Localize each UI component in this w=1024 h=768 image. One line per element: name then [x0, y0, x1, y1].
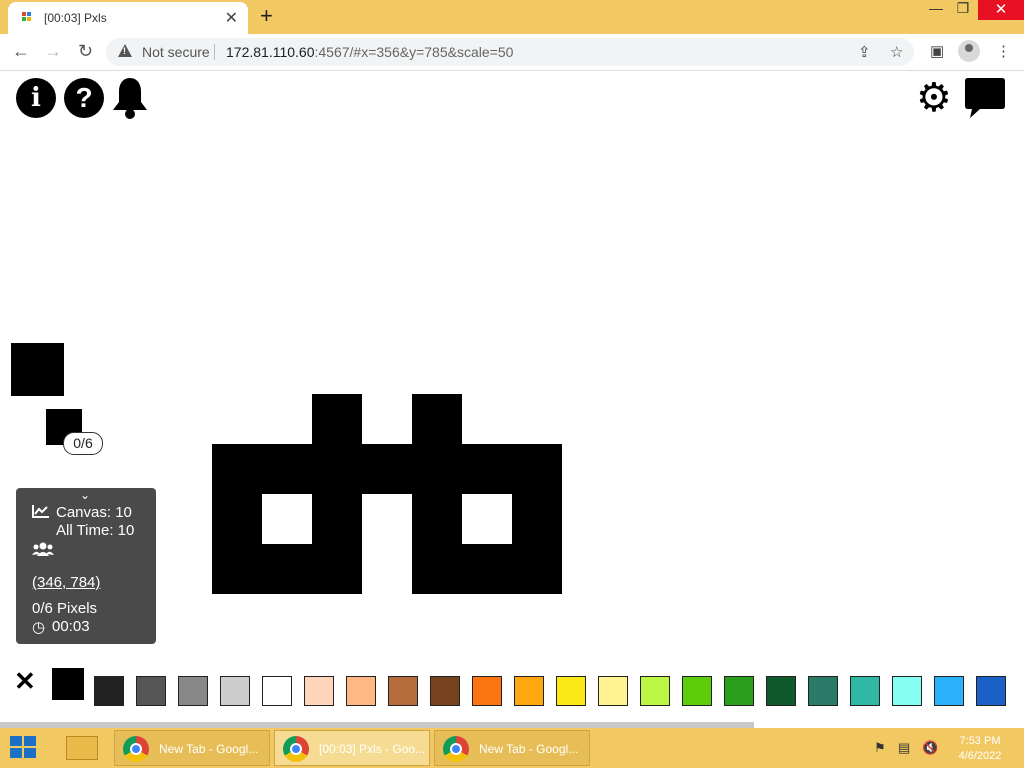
url-host: 172.81.110.60 — [226, 44, 315, 60]
pixels-available: 0/6 Pixels — [32, 600, 98, 617]
palette-swatch[interactable] — [136, 676, 166, 706]
file-explorer-icon[interactable] — [66, 736, 98, 760]
tab-pxls[interactable]: [00:03] Pxls ✕ — [8, 2, 248, 34]
palette-swatch[interactable] — [808, 676, 838, 706]
not-secure-label[interactable]: Not secure — [142, 44, 210, 60]
deselect-color-icon[interactable]: ✕ — [14, 666, 36, 697]
canvas-pixel — [312, 494, 362, 544]
palette-swatch[interactable] — [346, 676, 376, 706]
chrome-icon — [123, 736, 149, 762]
help-icon[interactable]: ? — [64, 78, 104, 118]
palette-swatch[interactable] — [766, 676, 796, 706]
profile-avatar-icon[interactable] — [958, 40, 980, 62]
canvas-pixel-row — [412, 544, 562, 594]
palette-swatch[interactable] — [598, 676, 628, 706]
palette-swatch[interactable] — [850, 676, 880, 706]
back-arrow-icon[interactable]: ← — [12, 41, 30, 62]
palette-swatch[interactable] — [976, 676, 1006, 706]
palette-swatch[interactable] — [514, 676, 544, 706]
info-panel: ⌄ Canvas: 10 All Time: 10 (346, 784) 0/6… — [16, 488, 156, 644]
coordinates-link[interactable]: (346, 784) — [32, 574, 100, 591]
canvas-pixel — [11, 343, 64, 396]
windows-start-icon[interactable] — [10, 736, 38, 760]
clock-icon: ◷ — [32, 619, 46, 636]
chat-icon[interactable] — [964, 76, 1006, 120]
canvas-pixel — [212, 494, 262, 544]
action-center-flag-icon[interactable]: ⚑ — [874, 740, 886, 756]
taskbar-app-label: New Tab - Googl... — [159, 742, 259, 756]
palette-swatch[interactable] — [472, 676, 502, 706]
color-palette: ✕ — [0, 660, 1024, 720]
bell-icon[interactable] — [110, 76, 150, 120]
url-path: :4567/#x=356&y=785&scale=50 — [314, 44, 514, 60]
canvas-pixel — [312, 394, 362, 444]
address-divider — [214, 44, 215, 60]
canvas-count: Canvas: 10 — [56, 504, 132, 521]
warning-icon: ! — [118, 44, 132, 57]
collapse-chevron-icon[interactable]: ⌄ — [80, 488, 90, 502]
window-close-button[interactable]: ✕ — [978, 0, 1024, 20]
canvas-pixel — [512, 494, 562, 544]
cooldown-counter: 0/6 — [63, 432, 103, 455]
bookmark-star-icon[interactable]: ☆ — [890, 43, 903, 61]
settings-gear-icon[interactable]: ⚙ — [916, 76, 952, 120]
chrome-icon — [443, 736, 469, 762]
volume-muted-icon[interactable]: 🔇 — [922, 740, 938, 756]
canvas-pixel-row — [212, 444, 562, 494]
palette-swatch[interactable] — [262, 676, 292, 706]
browser-toolbar: ← → ↻ ! Not secure 172.81.110.60:4567/#x… — [0, 34, 1024, 71]
palette-swatch[interactable] — [430, 676, 460, 706]
network-icon[interactable]: ▤ — [898, 740, 910, 756]
taskbar-app-label: New Tab - Googl... — [479, 742, 579, 756]
selected-color-swatch[interactable] — [52, 668, 84, 700]
taskbar-app-pxls[interactable]: [00:03] Pxls - Goo... — [274, 730, 430, 766]
taskbar-app-label: [00:03] Pxls - Goo... — [319, 742, 426, 756]
windows-taskbar: New Tab - Googl... [00:03] Pxls - Goo...… — [0, 728, 1024, 768]
clock-time: 7:53 PM — [959, 735, 1001, 747]
palette-swatch[interactable] — [220, 676, 250, 706]
palette-swatch[interactable] — [640, 676, 670, 706]
canvas-pixel — [412, 394, 462, 444]
pxls-favicon-icon — [22, 12, 34, 24]
browser-tab-bar: [00:03] Pxls ✕ + — ❐ ✕ — [0, 0, 1024, 34]
share-icon[interactable]: ⇪ — [858, 43, 871, 61]
palette-swatch[interactable] — [724, 676, 754, 706]
window-minimize-button[interactable]: — — [922, 0, 950, 22]
tab-close-icon[interactable]: ✕ — [225, 8, 238, 28]
tab-title: [00:03] Pxls — [44, 11, 107, 25]
address-bar[interactable]: ! Not secure 172.81.110.60:4567/#x=356&y… — [106, 38, 914, 66]
forward-arrow-icon[interactable]: → — [44, 41, 62, 62]
chart-icon — [32, 505, 49, 518]
side-panel-icon[interactable]: ▣ — [930, 42, 944, 60]
palette-swatch[interactable] — [178, 676, 208, 706]
reload-icon[interactable]: ↻ — [78, 41, 93, 62]
canvas-pixel-row — [212, 544, 362, 594]
taskbar-app-newtab-1[interactable]: New Tab - Googl... — [114, 730, 270, 766]
chrome-icon — [283, 736, 309, 762]
browser-menu-icon[interactable]: ⋮ — [996, 42, 1011, 60]
taskbar-app-newtab-2[interactable]: New Tab - Googl... — [434, 730, 590, 766]
palette-swatch[interactable] — [934, 676, 964, 706]
users-icon[interactable] — [32, 542, 54, 556]
url-text[interactable]: 172.81.110.60:4567/#x=356&y=785&scale=50 — [226, 44, 513, 60]
info-icon[interactable]: i — [16, 78, 56, 118]
new-tab-button[interactable]: + — [260, 4, 273, 28]
clock-date: 4/6/2022 — [958, 750, 1002, 762]
window-restore-button[interactable]: ❐ — [950, 0, 976, 22]
alltime-count: All Time: 10 — [56, 522, 135, 539]
system-clock[interactable]: 7:53 PM 4/6/2022 — [950, 734, 1010, 764]
palette-swatch[interactable] — [682, 676, 712, 706]
palette-swatch[interactable] — [388, 676, 418, 706]
canvas-pixel — [412, 494, 462, 544]
palette-swatch[interactable] — [94, 676, 124, 706]
cooldown-timer: 00:03 — [52, 618, 90, 635]
palette-swatch[interactable] — [304, 676, 334, 706]
palette-swatch[interactable] — [892, 676, 922, 706]
palette-swatch[interactable] — [556, 676, 586, 706]
